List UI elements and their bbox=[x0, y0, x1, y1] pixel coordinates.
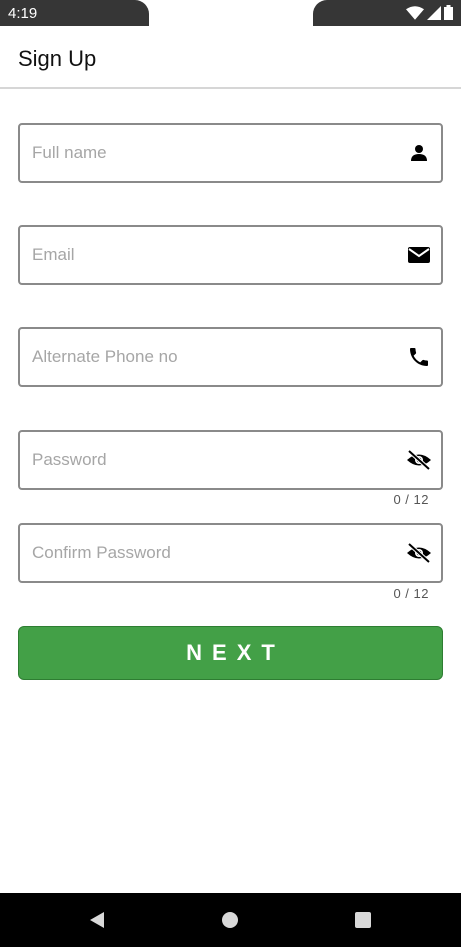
alt-phone-input[interactable] bbox=[32, 329, 392, 385]
password-input[interactable] bbox=[32, 432, 392, 488]
next-button[interactable]: NEXT bbox=[18, 626, 443, 680]
system-nav-bar bbox=[0, 893, 461, 947]
signal-icon bbox=[427, 5, 441, 25]
visibility-off-icon[interactable] bbox=[405, 446, 433, 474]
full-name-field bbox=[18, 123, 443, 183]
page-title: Sign Up bbox=[18, 46, 97, 71]
confirm-password-counter: 0 / 12 bbox=[393, 586, 429, 601]
phone-icon bbox=[405, 343, 433, 371]
confirm-password-field bbox=[18, 523, 443, 583]
visibility-off-icon[interactable] bbox=[405, 539, 433, 567]
battery-icon bbox=[444, 5, 453, 25]
status-bar-left: 4:19 bbox=[0, 0, 149, 26]
recents-icon[interactable] bbox=[350, 907, 376, 933]
home-icon[interactable] bbox=[217, 907, 243, 933]
status-time: 4:19 bbox=[8, 5, 38, 22]
email-field bbox=[18, 225, 443, 285]
alt-phone-field bbox=[18, 327, 443, 387]
full-name-input[interactable] bbox=[32, 125, 392, 181]
password-counter: 0 / 12 bbox=[393, 492, 429, 507]
wifi-icon bbox=[406, 5, 424, 25]
password-field bbox=[18, 430, 443, 490]
status-bar-right bbox=[313, 0, 461, 26]
back-icon[interactable] bbox=[84, 907, 110, 933]
confirm-password-input[interactable] bbox=[32, 525, 392, 581]
email-input[interactable] bbox=[32, 227, 392, 283]
person-icon bbox=[405, 139, 433, 167]
mail-icon bbox=[405, 241, 433, 269]
app-bar: Sign Up bbox=[0, 26, 461, 89]
